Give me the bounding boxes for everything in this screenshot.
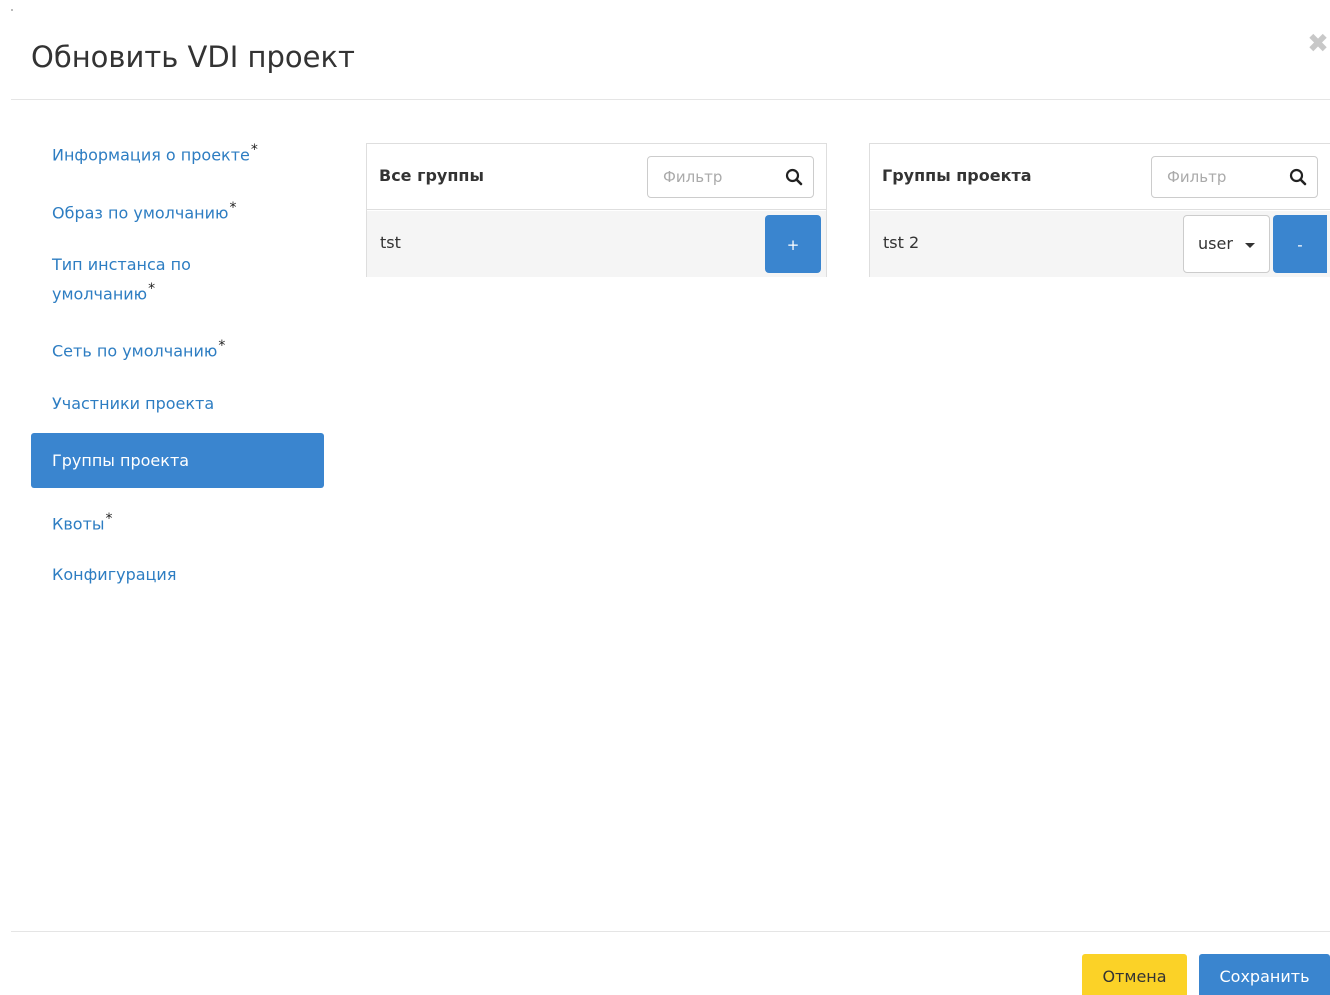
- footer-divider: [11, 931, 1330, 932]
- corner-dot: [11, 9, 13, 11]
- role-value: user: [1198, 234, 1233, 253]
- required-marker: *: [250, 142, 258, 158]
- project-groups-panel: Группы проекта tst 2 user -: [869, 143, 1330, 277]
- all-groups-header: Все группы: [367, 144, 826, 210]
- project-groups-filter-input[interactable]: [1152, 157, 1282, 197]
- nav-item-label-line2: умолчанию: [52, 284, 148, 304]
- close-icon[interactable]: ✖: [1306, 30, 1330, 58]
- all-groups-filter-input[interactable]: [648, 157, 778, 197]
- nav-item-default-flavor[interactable]: Тип инстанса по умолчанию*: [31, 253, 324, 306]
- project-groups-header: Группы проекта: [870, 144, 1330, 210]
- cancel-button[interactable]: Отмена: [1082, 954, 1187, 995]
- update-vdi-project-modal: Обновить VDI проект ✖ Информация о проек…: [0, 0, 1330, 995]
- list-item: tst +: [367, 211, 826, 277]
- nav-item-default-image[interactable]: Образ по умолчанию*: [31, 196, 324, 225]
- caret-down-icon: [1245, 243, 1255, 248]
- nav-item-label: Образ по умолчанию: [52, 203, 229, 223]
- all-groups-filter: [647, 156, 814, 198]
- list-item: tst 2 user -: [870, 211, 1330, 277]
- required-marker: *: [105, 511, 113, 527]
- remove-group-button[interactable]: -: [1273, 215, 1327, 273]
- search-icon[interactable]: [1289, 168, 1307, 186]
- nav-item-label: Квоты: [52, 514, 105, 534]
- group-name: tst: [380, 233, 401, 252]
- group-name: tst 2: [883, 233, 920, 252]
- nav-item-label: Тип инстанса по: [52, 255, 191, 274]
- save-button[interactable]: Сохранить: [1199, 954, 1330, 995]
- role-dropdown[interactable]: user: [1183, 215, 1270, 273]
- nav-item-configuration[interactable]: Конфигурация: [31, 563, 324, 587]
- nav-item-project-groups[interactable]: Группы проекта: [31, 433, 324, 488]
- nav-item-quotas[interactable]: Квоты*: [31, 507, 324, 536]
- modal-title: Обновить VDI проект: [31, 40, 355, 74]
- project-groups-filter: [1151, 156, 1318, 198]
- header-divider: [11, 99, 1330, 100]
- add-group-button[interactable]: +: [765, 215, 821, 273]
- nav-item-project-info[interactable]: Информация о проекте*: [31, 138, 324, 167]
- nav-item-project-members[interactable]: Участники проекта: [31, 392, 324, 416]
- required-marker: *: [229, 200, 237, 216]
- nav-item-label: Сеть по умолчанию: [52, 341, 218, 361]
- required-marker: *: [148, 281, 156, 297]
- all-groups-panel: Все группы tst +: [366, 143, 827, 277]
- nav-item-label: Конфигурация: [52, 565, 177, 584]
- search-icon[interactable]: [785, 168, 803, 186]
- nav-item-label: Участники проекта: [52, 394, 215, 413]
- project-groups-title: Группы проекта: [882, 166, 1032, 185]
- nav-item-default-network[interactable]: Сеть по умолчанию*: [31, 334, 324, 363]
- all-groups-title: Все группы: [379, 166, 484, 185]
- required-marker: *: [218, 338, 226, 354]
- nav-item-label: Информация о проекте: [52, 145, 250, 165]
- nav-item-label: Группы проекта: [52, 451, 190, 470]
